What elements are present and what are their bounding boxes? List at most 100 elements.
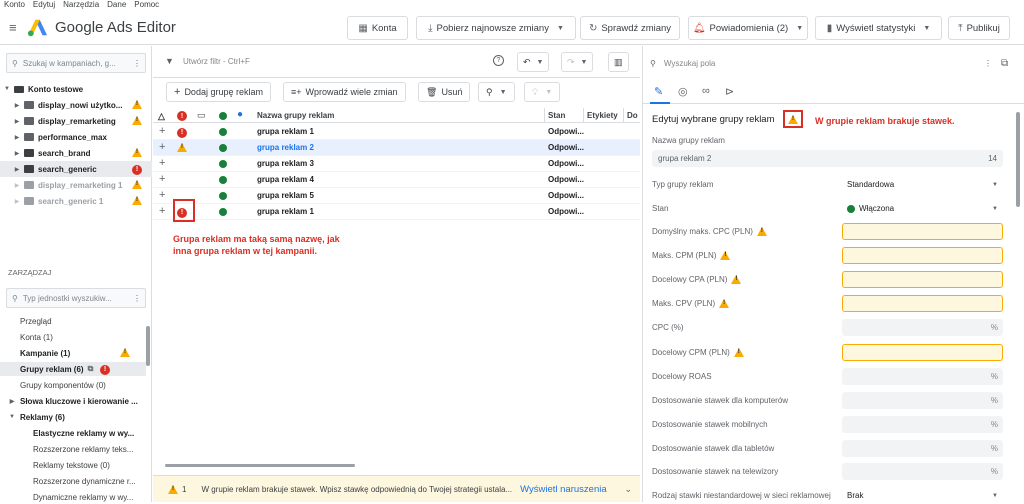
open-external-icon[interactable]: ⧉ bbox=[88, 364, 94, 374]
ad-group-name-input[interactable]: grupa reklam 2 14 bbox=[652, 150, 1003, 167]
campaign-item[interactable]: ▶ display_nowi użytko... bbox=[0, 97, 152, 113]
manage-item[interactable]: Rozszerzone reklamy teks... bbox=[33, 442, 133, 456]
manage-item[interactable]: Elastyczne reklamy w wy... bbox=[33, 426, 134, 440]
expand-plus-icon[interactable]: + bbox=[159, 125, 165, 137]
suggestions-button[interactable]: 💡︎ ▼ bbox=[524, 82, 561, 102]
campaign-item[interactable]: ▶ display_remarketing bbox=[0, 113, 152, 129]
delete-button[interactable]: 🗑︎ Usuń bbox=[418, 82, 471, 102]
field-search-input[interactable]: ⚲ Wyszukaj pola ⋮ bbox=[650, 53, 992, 73]
status-col-icon[interactable] bbox=[219, 112, 227, 120]
table-row[interactable]: + grupa reklam 4 Odpowi... bbox=[153, 172, 640, 188]
manage-item[interactable]: Reklamy tekstowe (0) bbox=[33, 458, 110, 472]
chevron-down-icon[interactable]: ▼ bbox=[992, 493, 998, 499]
chevron-down-icon[interactable]: ⌄ bbox=[624, 484, 632, 495]
col-name[interactable]: Nazwa grupy reklam bbox=[257, 111, 334, 120]
chevron-down-icon[interactable]: ▼ bbox=[557, 25, 564, 32]
notifications-button[interactable]: 🔔︎ Powiadomienia (2) ▼ bbox=[688, 16, 808, 40]
pencil-icon[interactable]: ✎ bbox=[654, 85, 663, 98]
expand-right-icon[interactable]: ▶ bbox=[13, 150, 21, 157]
make-multiple-changes-button[interactable]: ≡+ Wprowadź wiele zmian bbox=[283, 82, 406, 102]
expand-right-icon[interactable]: ▶ bbox=[13, 198, 21, 205]
expand-right-icon[interactable]: ▶ bbox=[8, 398, 16, 405]
expand-right-icon[interactable]: ▶ bbox=[13, 102, 21, 109]
field-input[interactable] bbox=[842, 247, 1003, 264]
triangle-col-icon[interactable]: △ bbox=[158, 111, 165, 122]
table-row[interactable]: + grupa reklam 1 Odpowi...! bbox=[153, 124, 640, 140]
col-do[interactable]: Do bbox=[627, 111, 638, 120]
chevron-down-icon[interactable]: ▼ bbox=[992, 182, 998, 188]
chevron-down-icon[interactable]: ▼ bbox=[796, 25, 803, 32]
campaign-item[interactable]: ▶ display_remarketing 1 bbox=[0, 177, 152, 193]
manage-item[interactable]: Grupy reklam (6) ⧉! bbox=[0, 362, 146, 376]
expand-right-icon[interactable]: ▶ bbox=[13, 118, 21, 125]
check-changes-button[interactable]: ↻ Sprawdź zmiany bbox=[580, 16, 680, 40]
more-vert-icon[interactable]: ⋮ bbox=[133, 59, 141, 68]
table-row[interactable]: + grupa reklam 1 Odpowi...! bbox=[153, 204, 640, 220]
field-input[interactable] bbox=[842, 295, 1003, 312]
undo-button[interactable]: ↶ ▼ bbox=[517, 52, 550, 72]
open-external-icon[interactable]: ⧉ bbox=[1001, 58, 1008, 69]
horizontal-scrollbar[interactable] bbox=[165, 464, 355, 467]
manage-item[interactable]: Kampanie (1) bbox=[20, 346, 130, 360]
field-input[interactable]: % bbox=[842, 440, 1003, 457]
tree-search-input[interactable]: ⚲ Szukaj w kampaniach, g... ⋮ bbox=[6, 53, 146, 73]
redo-button[interactable]: ↷ ▼ bbox=[561, 52, 594, 72]
more-vert-icon[interactable]: ⋮ bbox=[984, 59, 992, 68]
menu-dane[interactable]: Dane bbox=[107, 0, 126, 11]
comment-col-icon[interactable]: ▭ bbox=[197, 110, 206, 121]
manage-item[interactable]: ▶ Słowa kluczowe i kierowanie ... bbox=[8, 394, 138, 408]
campaign-item[interactable]: ▶ search_brand bbox=[0, 145, 152, 161]
more-vert-icon[interactable]: ⋮ bbox=[133, 294, 141, 303]
publish-button[interactable]: ⤒ Publikuj bbox=[948, 16, 1010, 40]
expand-right-icon[interactable]: ▶ bbox=[13, 166, 21, 173]
help-icon[interactable]: ? bbox=[493, 55, 504, 66]
manage-item[interactable]: Rozszerzone dynamiczne r... bbox=[33, 474, 136, 488]
show-violations-link[interactable]: Wyświetl naruszenia bbox=[520, 484, 607, 495]
chevron-down-icon[interactable]: ▼ bbox=[992, 206, 998, 212]
field-input[interactable]: % bbox=[842, 416, 1003, 433]
add-ad-group-button[interactable]: + Dodaj grupę reklam bbox=[166, 82, 271, 102]
chevron-down-icon[interactable]: ▼ bbox=[923, 25, 930, 32]
field-input[interactable]: Standardowa ▼ bbox=[842, 176, 1003, 193]
field-input[interactable]: % bbox=[842, 463, 1003, 480]
expand-down-icon[interactable]: ▼ bbox=[8, 414, 16, 420]
expand-plus-icon[interactable]: + bbox=[159, 173, 165, 185]
error-col-icon[interactable]: ! bbox=[177, 111, 187, 121]
campaign-item[interactable]: ▶ performance_max bbox=[0, 129, 152, 145]
label-tag-icon[interactable]: ⊳ bbox=[725, 85, 734, 98]
expand-plus-icon[interactable]: + bbox=[159, 157, 165, 169]
filter-input[interactable]: Utwórz filtr - Ctrl+F bbox=[183, 57, 250, 66]
expand-plus-icon[interactable]: + bbox=[159, 189, 165, 201]
tree-account[interactable]: ▼ Konto testowe bbox=[0, 81, 152, 97]
manage-item[interactable]: Grupy komponentów (0) bbox=[20, 378, 106, 392]
expand-right-icon[interactable]: ▶ bbox=[13, 134, 21, 141]
manage-item[interactable]: Konta (1) bbox=[20, 330, 53, 344]
menu-konto[interactable]: Konto bbox=[4, 0, 25, 11]
campaign-item[interactable]: ▶ search_generic! bbox=[0, 161, 152, 177]
hamburger-icon[interactable]: ≡ bbox=[9, 20, 19, 35]
expand-down-icon[interactable]: ▼ bbox=[3, 86, 11, 92]
table-row[interactable]: + grupa reklam 3 Odpowi... bbox=[153, 156, 640, 172]
menu-pomoc[interactable]: Pomoc bbox=[134, 0, 159, 11]
campaign-item[interactable]: ▶ search_generic 1 bbox=[0, 193, 152, 209]
bulb-col-icon[interactable]: ● bbox=[237, 109, 243, 120]
search-options-button[interactable]: ⚲ ▼ bbox=[478, 82, 515, 102]
table-row[interactable]: + grupa reklam 2 Odpowi... bbox=[153, 140, 640, 156]
field-input[interactable]: Brak ▼ bbox=[842, 487, 1003, 504]
field-input[interactable]: % bbox=[842, 392, 1003, 409]
field-input[interactable]: % bbox=[842, 319, 1003, 336]
manage-item[interactable]: Przegląd bbox=[20, 314, 52, 328]
show-stats-button[interactable]: ▮ Wyświetl statystyki ▼ bbox=[815, 16, 942, 40]
link-icon[interactable]: ∞ bbox=[702, 85, 710, 97]
download-changes-button[interactable]: ⤓ Pobierz najnowsze zmiany ▼ bbox=[416, 16, 576, 40]
field-input[interactable] bbox=[842, 271, 1003, 288]
columns-button[interactable]: ▥ bbox=[608, 52, 629, 72]
expand-plus-icon[interactable]: + bbox=[159, 205, 165, 217]
field-input[interactable] bbox=[842, 223, 1003, 240]
accounts-button[interactable]: ▦ Konta bbox=[347, 16, 408, 40]
entity-type-search-input[interactable]: ⚲ Typ jednostki wyszukiw... ⋮ bbox=[6, 288, 146, 308]
field-input[interactable] bbox=[842, 344, 1003, 361]
field-input[interactable]: Włączona ▼ bbox=[842, 200, 1003, 217]
menu-edytuj[interactable]: Edytuj bbox=[33, 0, 55, 11]
scrollbar[interactable] bbox=[1016, 112, 1020, 207]
